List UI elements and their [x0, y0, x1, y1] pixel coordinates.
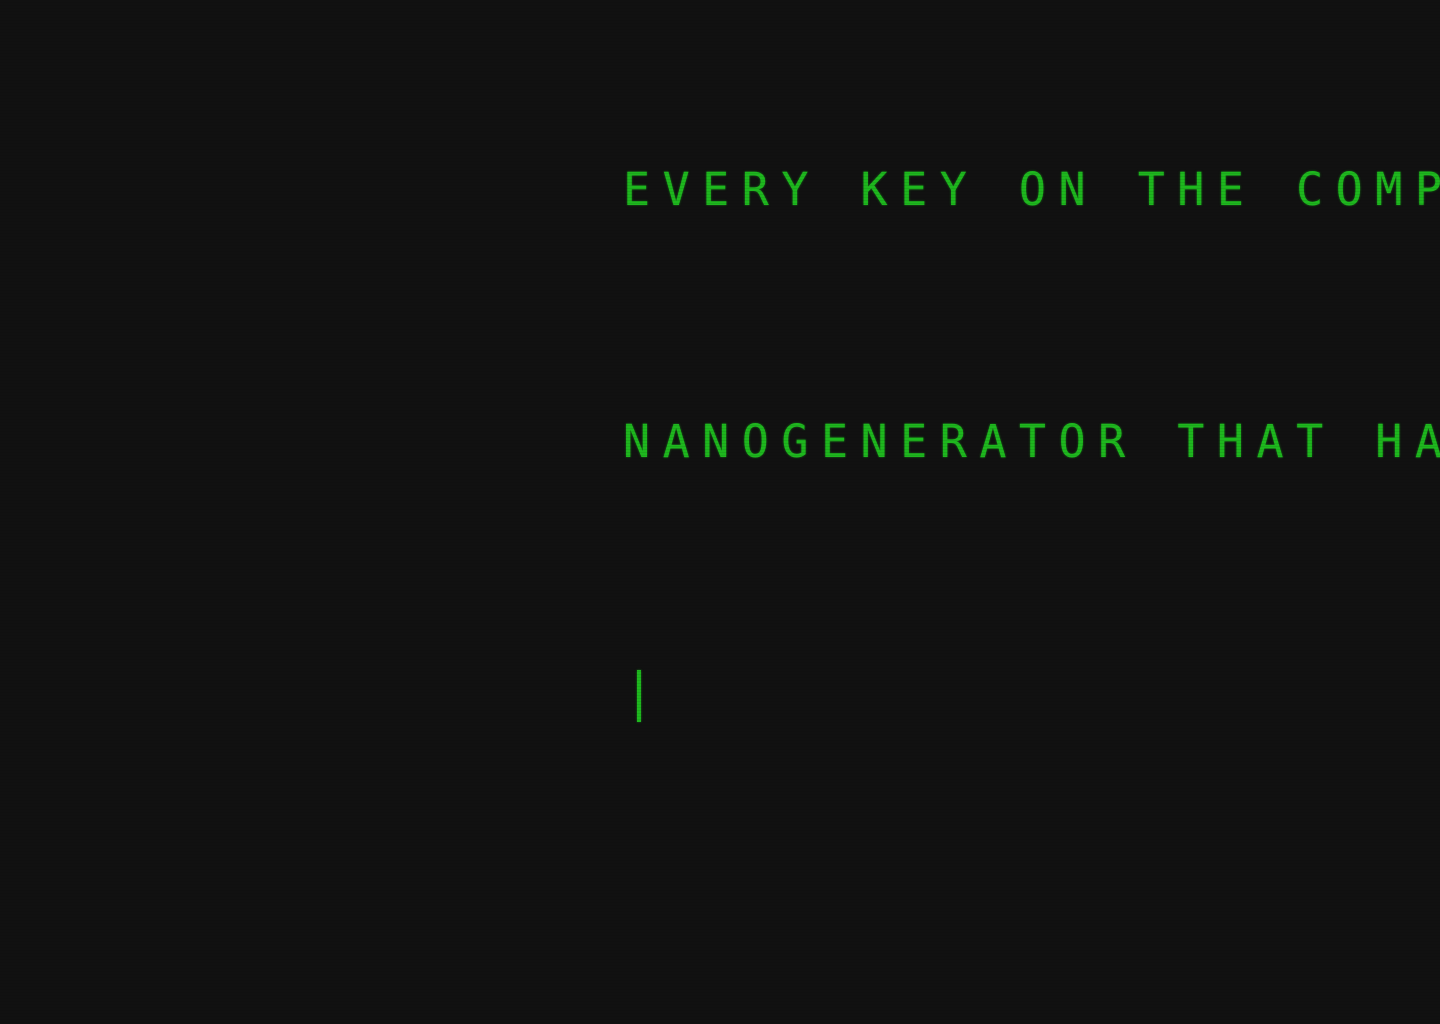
terminal-text-line-2: NANOGENERATOR THAT HA: [623, 415, 1440, 468]
terminal-text-line-1: EVERY KEY ON THE COMP: [623, 163, 1440, 216]
crt-scanline-overlay: [0, 0, 1440, 1024]
terminal-screen[interactable]: EVERY KEY ON THE COMP NANOGENERATOR THAT…: [0, 0, 1440, 1024]
text-cursor: [637, 670, 641, 722]
